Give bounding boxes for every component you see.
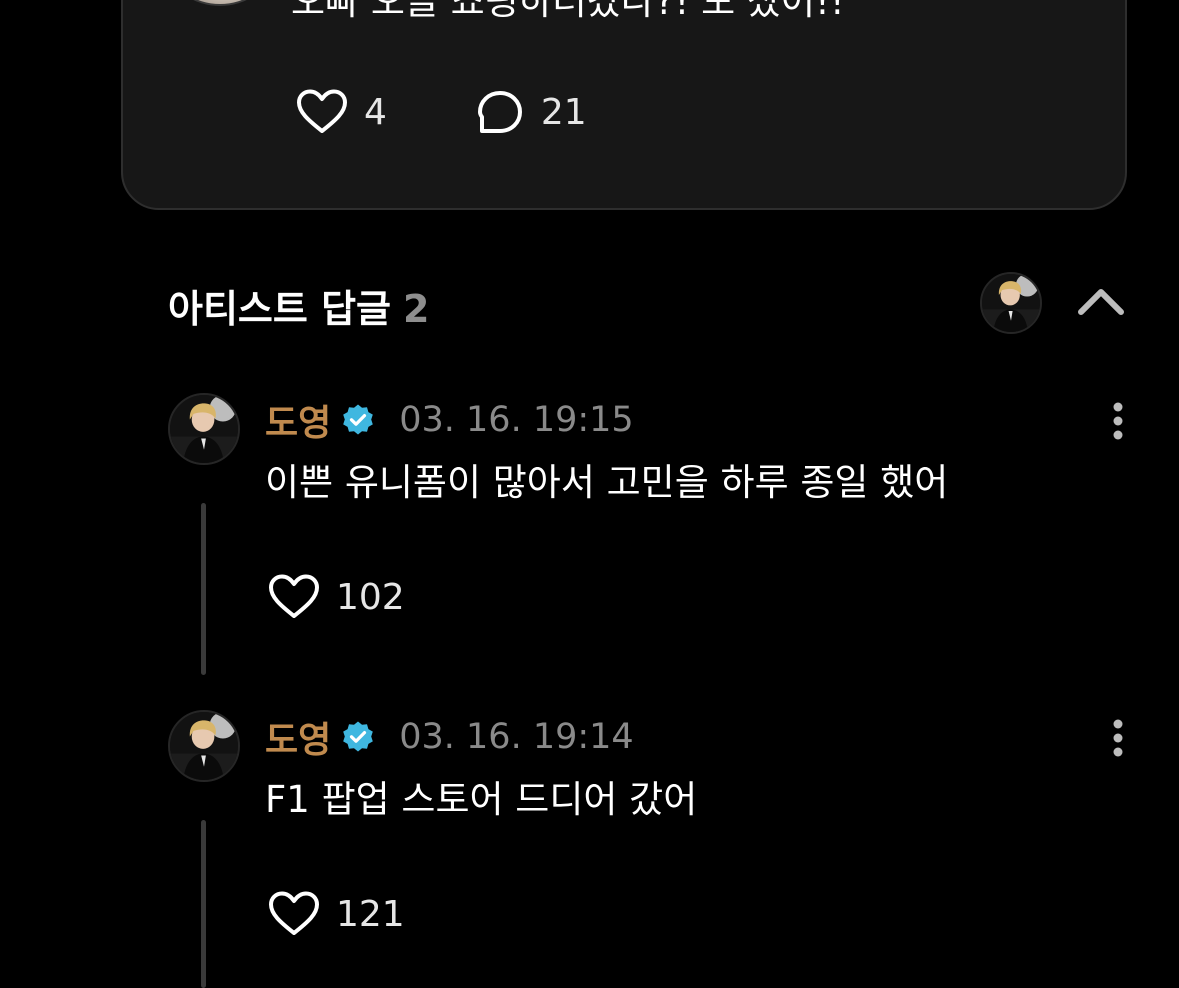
post-actions: 4 21 — [296, 88, 587, 136]
reply-author-avatar[interactable] — [168, 393, 240, 465]
more-vertical-icon — [1113, 402, 1123, 440]
artist-replies-count: 2 — [403, 287, 430, 331]
fan-post-card[interactable]: 오빠 오늘 쇼핑하러갔나?! 모 샀어!! 4 21 — [121, 0, 1127, 210]
post-like-button[interactable]: 4 — [296, 89, 387, 135]
reply-more-options-button[interactable] — [1104, 399, 1132, 443]
heart-outline-icon — [269, 891, 319, 935]
reply-author-name[interactable]: 도영 — [265, 394, 331, 446]
verified-badge-icon — [343, 404, 374, 435]
reply-meta: 도영 03. 16. 19:15 — [265, 394, 634, 446]
artist-reply: 도영 03. 16. 19:15 이쁜 유니폼이 많아서 고민을 하루 종일 했… — [168, 393, 1138, 683]
artist-replies-header: 아티스트 답글 2 — [168, 272, 1128, 340]
reply-author-avatar[interactable] — [168, 710, 240, 782]
artist-replies-label: 아티스트 답글 — [168, 287, 391, 331]
post-text: 오빠 오늘 쇼핑하러갔나?! 모 샀어!! — [291, 0, 845, 23]
post-comment-button[interactable]: 21 — [475, 89, 587, 135]
post-like-count: 4 — [364, 91, 387, 133]
speech-bubble-icon — [477, 91, 522, 133]
thread-line — [201, 503, 206, 675]
reply-timestamp: 03. 16. 19:14 — [399, 717, 634, 757]
verified-badge-icon — [343, 721, 374, 752]
artist-avatar[interactable] — [980, 272, 1042, 334]
fan-avatar[interactable] — [171, 0, 269, 6]
thread-line — [201, 820, 206, 988]
reply-meta: 도영 03. 16. 19:14 — [265, 711, 634, 763]
reply-text: 이쁜 유니폼이 많아서 고민을 하루 종일 했어 — [265, 461, 949, 504]
reply-like-count: 102 — [336, 576, 405, 618]
artist-reply: 도영 03. 16. 19:14 F1 팝업 스토어 드디어 갔어 121 — [168, 710, 1138, 988]
reply-like-count: 121 — [336, 893, 405, 935]
artist-replies-title: 아티스트 답글 2 — [168, 278, 429, 333]
more-vertical-icon — [1113, 719, 1123, 757]
reply-timestamp: 03. 16. 19:15 — [399, 400, 634, 440]
collapse-replies-button[interactable] — [1076, 282, 1126, 322]
reply-like-button[interactable]: 102 — [268, 573, 405, 621]
post-comment-count: 21 — [540, 91, 587, 133]
reply-like-button[interactable]: 121 — [268, 890, 405, 938]
chevron-up-icon — [1078, 289, 1124, 315]
heart-outline-icon — [297, 89, 347, 133]
reply-text: F1 팝업 스토어 드디어 갔어 — [265, 778, 698, 821]
heart-outline-icon — [269, 574, 319, 618]
reply-author-name[interactable]: 도영 — [265, 711, 331, 763]
reply-more-options-button[interactable] — [1104, 716, 1132, 760]
